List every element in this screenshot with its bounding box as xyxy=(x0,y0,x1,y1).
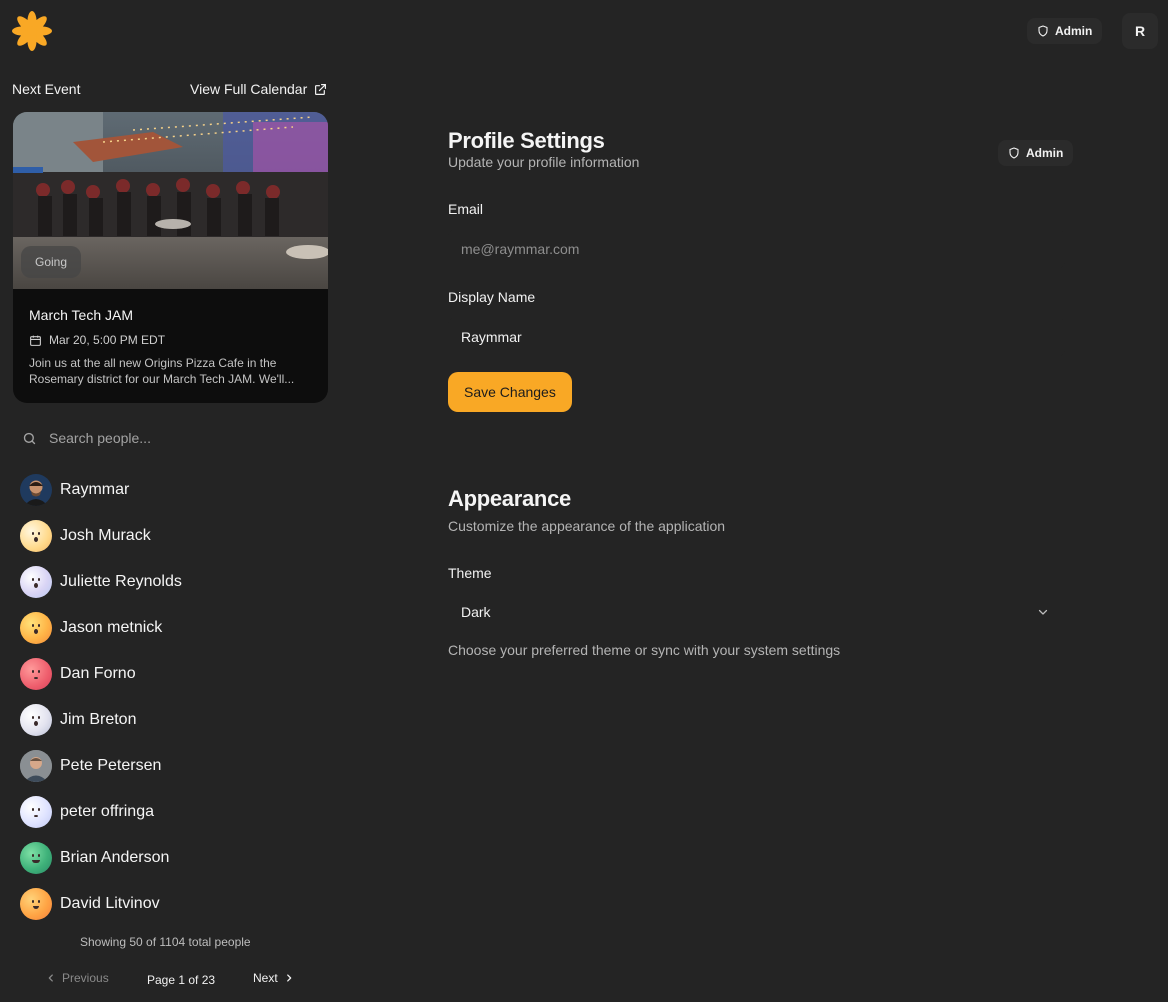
event-description: Join us at the all new Origins Pizza Caf… xyxy=(29,356,295,386)
avatar xyxy=(20,750,52,782)
person-name: Juliette Reynolds xyxy=(60,573,182,590)
external-link-icon xyxy=(315,83,327,95)
list-item[interactable]: Josh Murack xyxy=(20,513,320,559)
user-initial: R xyxy=(1134,23,1146,39)
theme-selected-value: Dark xyxy=(461,604,491,620)
person-name: Jim Breton xyxy=(60,711,137,728)
appearance-title: Appearance xyxy=(448,486,571,511)
avatar xyxy=(20,888,52,920)
list-item[interactable]: David Litvinov xyxy=(20,881,320,927)
next-page-button[interactable]: Next xyxy=(253,971,294,985)
profile-admin-badge-label: Admin xyxy=(1026,146,1064,160)
next-label: Next xyxy=(253,971,278,985)
user-avatar-button[interactable]: R xyxy=(1122,13,1158,49)
person-name: peter offringa xyxy=(60,803,154,820)
list-item[interactable]: Pete Petersen xyxy=(20,743,320,789)
people-list: Raymmar Josh Murack Juliette Reynolds Ja… xyxy=(20,467,320,927)
people-search-input[interactable] xyxy=(49,430,289,446)
next-event-heading: Next Event xyxy=(12,81,81,97)
previous-page-button[interactable]: Previous xyxy=(46,971,109,985)
next-event-card[interactable]: Going March Tech JAM Mar 20, 5:00 PM EDT… xyxy=(13,112,328,403)
person-name: David Litvinov xyxy=(60,895,160,912)
admin-badge[interactable]: Admin xyxy=(1027,18,1103,44)
display-name-label: Display Name xyxy=(448,289,536,305)
theme-help-text: Choose your preferred theme or sync with… xyxy=(448,642,841,658)
person-name: Pete Petersen xyxy=(60,757,162,774)
save-changes-button[interactable]: Save Changes xyxy=(448,372,572,412)
person-name: Brian Anderson xyxy=(60,849,170,866)
display-name-field[interactable] xyxy=(448,317,1065,357)
avatar xyxy=(20,612,52,644)
chevron-left-icon xyxy=(48,974,53,982)
chevron-down-icon xyxy=(1038,609,1048,615)
profile-settings-title: Profile Settings xyxy=(448,128,605,153)
profile-settings-subtitle: Update your profile information xyxy=(448,154,640,170)
people-count-text: Showing 50 of 1104 total people xyxy=(80,935,251,949)
event-datetime: Mar 20, 5:00 PM EDT xyxy=(29,333,165,347)
theme-select[interactable]: Dark xyxy=(448,592,1065,632)
person-name: Jason metnick xyxy=(60,619,163,636)
email-label: Email xyxy=(448,201,484,217)
page-indicator: Page 1 of 23 xyxy=(147,973,216,987)
avatar xyxy=(20,842,52,874)
view-full-calendar-label: View Full Calendar xyxy=(190,81,308,97)
list-item[interactable]: peter offringa xyxy=(20,789,320,835)
list-item[interactable]: Brian Anderson xyxy=(20,835,320,881)
avatar xyxy=(20,796,52,828)
view-full-calendar-link[interactable]: View Full Calendar xyxy=(190,81,327,97)
previous-label: Previous xyxy=(62,971,109,985)
list-item[interactable]: Jason metnick xyxy=(20,605,320,651)
theme-label: Theme xyxy=(448,565,492,581)
shield-icon xyxy=(1038,25,1048,37)
email-field[interactable] xyxy=(448,229,1065,269)
avatar xyxy=(20,520,52,552)
list-item[interactable]: Jim Breton xyxy=(20,697,320,743)
person-name: Josh Murack xyxy=(60,527,151,544)
list-item[interactable]: Juliette Reynolds xyxy=(20,559,320,605)
list-item[interactable]: Dan Forno xyxy=(20,651,320,697)
event-datetime-text: Mar 20, 5:00 PM EDT xyxy=(49,333,166,347)
person-name: Dan Forno xyxy=(60,665,136,682)
avatar xyxy=(20,658,52,690)
admin-badge-label: Admin xyxy=(1055,24,1093,38)
app-logo-icon[interactable] xyxy=(11,10,53,52)
chevron-right-icon xyxy=(286,974,291,982)
profile-admin-badge: Admin xyxy=(998,140,1074,166)
avatar xyxy=(20,474,52,506)
shield-icon xyxy=(1009,147,1019,159)
appearance-subtitle: Customize the appearance of the applicat… xyxy=(448,518,726,534)
going-status-badge: Going xyxy=(21,246,82,278)
avatar xyxy=(20,704,52,736)
search-icon xyxy=(23,432,36,444)
event-title: March Tech JAM xyxy=(29,307,133,323)
avatar xyxy=(20,566,52,598)
people-search[interactable] xyxy=(22,430,322,446)
list-item[interactable]: Raymmar xyxy=(20,467,320,513)
person-name: Raymmar xyxy=(60,481,130,498)
calendar-icon xyxy=(30,335,41,346)
